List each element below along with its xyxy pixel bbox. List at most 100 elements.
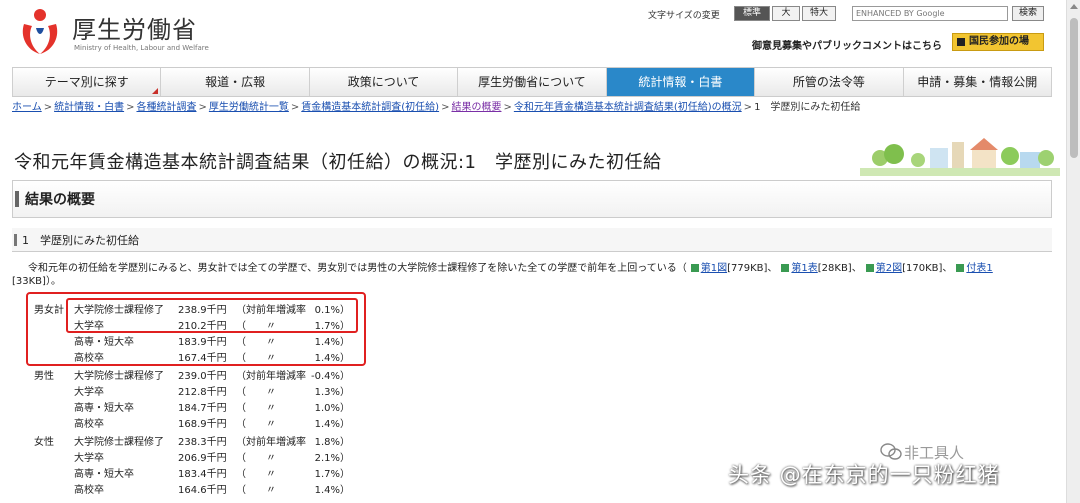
scroll-thumb[interactable]: [1070, 18, 1078, 158]
nav-theme[interactable]: テーマ別に探す: [12, 68, 162, 96]
nav-statistics[interactable]: 統計情報・白書: [606, 68, 756, 96]
rate-label: （対前年増減率: [236, 371, 306, 382]
edu-level: 高校卒: [74, 485, 104, 496]
breadcrumb-link-surveys[interactable]: 各種統計調査: [136, 102, 196, 113]
global-nav: テーマ別に探す 報道・広報 政策について 厚生労働省について 統計情報・白書 所…: [12, 67, 1052, 97]
ditto-mark: 〃: [266, 387, 276, 398]
salary-value: 212.8千円: [178, 387, 227, 398]
nav-press[interactable]: 報道・広報: [161, 68, 310, 96]
mhlw-logo-icon: [22, 9, 58, 54]
rate-value: 1.0%）: [314, 403, 350, 414]
search-button[interactable]: 検索: [1012, 6, 1044, 21]
salary-value: 238.3千円: [178, 437, 227, 448]
subsection-title: 1 学歴別にみた初任給: [22, 234, 139, 247]
ditto-mark: 〃: [266, 403, 276, 414]
nav-policy[interactable]: 政策について: [309, 68, 459, 96]
breadcrumb-current: 1 学歴別にみた初任給: [754, 102, 861, 113]
subsection-header: 1 学歴別にみた初任給: [12, 228, 1052, 252]
corner-triangle-icon: [152, 88, 159, 94]
site-logo[interactable]: 厚生労働省 Ministry of Health, Labour and Wel…: [18, 6, 218, 58]
section-marker: [15, 191, 19, 207]
breadcrumb-sep: >: [43, 102, 53, 113]
public-comment-link[interactable]: 御意見募集やパブリックコメントはこちら: [752, 37, 942, 52]
salary-value: 184.7千円: [178, 403, 227, 414]
breadcrumb-link-summary[interactable]: 結果の概要: [451, 102, 501, 113]
file-link-appendix1[interactable]: 付表1: [966, 263, 992, 274]
breadcrumb-link-list[interactable]: 厚生労働統計一覧: [209, 102, 289, 113]
group-label-female: 女性: [34, 437, 54, 448]
rate-label: （対前年増減率: [236, 437, 306, 448]
breadcrumb: ホーム > 統計情報・白書 > 各種統計調査 > 厚生労働統計一覧 > 賃金構造基本統計調査(初…: [12, 101, 872, 115]
salary-value: 239.0千円: [178, 371, 227, 382]
highlight-box-grad-univ: [66, 298, 358, 333]
rate-label: （: [236, 485, 246, 496]
file-size: [28KB]: [817, 263, 852, 274]
salary-value: 168.9千円: [178, 419, 227, 430]
scroll-up-icon[interactable]: [1070, 4, 1078, 9]
rate-label: （: [236, 403, 246, 414]
file-icon: [865, 264, 874, 272]
salary-value: 206.9千円: [178, 453, 227, 464]
rate-value: 1.4%）: [314, 419, 350, 430]
font-size-large-button[interactable]: 大: [772, 6, 800, 21]
rate-value: 2.1%）: [314, 453, 350, 464]
font-size-standard-button[interactable]: 標準: [734, 6, 770, 21]
file-size: [779KB]: [727, 263, 768, 274]
edu-level: 高専・短大卒: [74, 469, 134, 480]
nav-laws[interactable]: 所管の法令等: [755, 68, 904, 96]
arrow-icon: [957, 38, 965, 46]
breadcrumb-sep: >: [198, 102, 207, 113]
breadcrumb-link-survey[interactable]: 賃金構造基本統計調査(初任給): [301, 102, 439, 113]
rate-value: 1.4%）: [314, 485, 350, 496]
file-link-fig1[interactable]: 第1図: [701, 263, 727, 274]
participation-button[interactable]: 国民参加の場: [952, 33, 1044, 51]
group-label-male: 男性: [34, 371, 54, 382]
vertical-scrollbar[interactable]: [1066, 0, 1080, 503]
edu-level: 大学院修士課程修了: [74, 371, 164, 382]
breadcrumb-link-overview[interactable]: 令和元年賃金構造基本統計調査結果(初任給)の概況: [514, 102, 742, 113]
participation-label: 国民参加の場: [969, 36, 1029, 47]
file-icon: [690, 264, 699, 272]
rate-value: 1.8%）: [314, 437, 350, 448]
rate-value: 1.3%）: [314, 387, 350, 398]
watermark-author: 头条 @在东京的一只粉红猪: [728, 463, 1000, 487]
summary-text: 令和元年の初任給を学歴別にみると、男女計では全ての学歴で、男女別では男性の大学院…: [28, 263, 687, 274]
breadcrumb-sep: >: [126, 102, 135, 113]
file-link-fig2[interactable]: 第2図: [876, 263, 902, 274]
file-icon: [781, 264, 790, 272]
file-size: [170KB]: [902, 263, 943, 274]
page-title: 令和元年賃金構造基本統計調査結果（初任給）の概況:1 学歴別にみた初任給: [14, 152, 662, 173]
logo-subtitle: Ministry of Health, Labour and Welfare: [74, 44, 209, 52]
subsection-marker: [14, 234, 17, 246]
edu-level: 大学卒: [74, 453, 104, 464]
rate-label: （: [236, 387, 246, 398]
nav-about[interactable]: 厚生労働省について: [458, 68, 607, 96]
rate-label: （: [236, 419, 246, 430]
salary-value: 164.6千円: [178, 485, 227, 496]
rate-label: （: [236, 469, 246, 480]
rate-value: -0.4%）: [310, 371, 350, 382]
ditto-mark: 〃: [266, 419, 276, 430]
section-title: 結果の概要: [25, 192, 95, 208]
breadcrumb-link-statistics[interactable]: 統計情報・白書: [54, 102, 124, 113]
breadcrumb-link-home[interactable]: ホーム: [12, 102, 42, 113]
breadcrumb-sep: >: [743, 102, 753, 113]
nav-application[interactable]: 申請・募集・情報公開: [903, 68, 1052, 96]
town-illustration-icon: [860, 138, 1060, 176]
file-size: [33KB]: [12, 276, 46, 287]
edu-level: 大学卒: [74, 387, 104, 398]
site-header: 厚生労働省 Ministry of Health, Labour and Wel…: [0, 0, 1066, 64]
summary-tail: ）。: [45, 276, 61, 287]
ditto-mark: 〃: [266, 453, 276, 464]
section-header: 結果の概要: [12, 180, 1052, 218]
ditto-mark: 〃: [266, 469, 276, 480]
file-icon: [956, 264, 965, 272]
font-size-label: 文字サイズの変更: [648, 11, 720, 21]
logo-title: 厚生労働省: [72, 16, 197, 44]
file-link-table1[interactable]: 第1表: [791, 263, 817, 274]
edu-level: 大学院修士課程修了: [74, 437, 164, 448]
edu-level: 高専・短大卒: [74, 403, 134, 414]
search-input[interactable]: ENHANCED BY Google: [852, 6, 1008, 21]
breadcrumb-sep: >: [290, 102, 300, 113]
font-size-xlarge-button[interactable]: 特大: [802, 6, 836, 21]
